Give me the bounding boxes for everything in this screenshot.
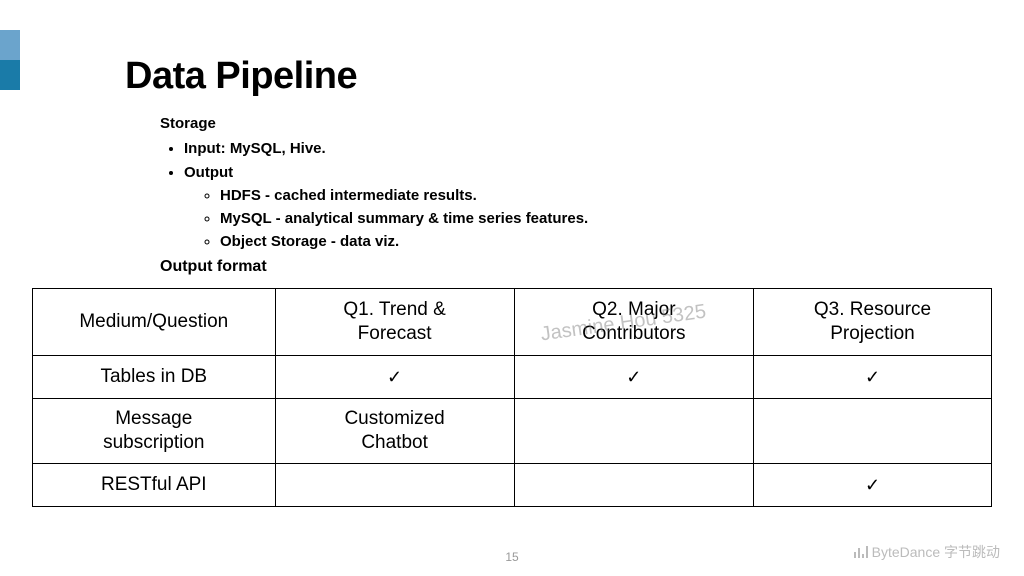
table-cell: ✓	[753, 356, 991, 399]
table-row-label: Tables in DB	[33, 356, 276, 399]
storage-output-label: Output	[184, 164, 233, 181]
table-row: RESTful API ✓	[33, 464, 992, 507]
table-header-row: Medium/Question Q1. Trend &Forecast Q2. …	[33, 289, 992, 356]
storage-input-item: Input: MySQL, Hive.	[184, 137, 588, 160]
storage-output-sub: MySQL - analytical summary & time series…	[220, 207, 588, 230]
output-format-heading: Output format	[160, 258, 267, 276]
table-cell	[514, 464, 753, 507]
table-row-label: RESTful API	[33, 464, 276, 507]
slide-title: Data Pipeline	[125, 55, 357, 98]
table-cell: ✓	[514, 356, 753, 399]
table-cell: CustomizedChatbot	[275, 399, 514, 464]
table-row: Tables in DB ✓ ✓ ✓	[33, 356, 992, 399]
table-row-label: Messagesubscription	[33, 399, 276, 464]
table-cell: ✓	[753, 464, 991, 507]
slide-accent-icon	[0, 30, 20, 90]
table-cell	[753, 399, 991, 464]
storage-section: Storage Input: MySQL, Hive. Output HDFS …	[160, 112, 588, 254]
storage-output-sub: HDFS - cached intermediate results.	[220, 184, 588, 207]
storage-output-sub: Object Storage - data viz.	[220, 230, 588, 253]
storage-output-item: Output HDFS - cached intermediate result…	[184, 161, 588, 254]
table-cell	[275, 464, 514, 507]
brand-text: ByteDance 字节跳动	[872, 542, 1000, 562]
brand-watermark: ByteDance 字节跳动	[854, 542, 1000, 562]
table-cell	[514, 399, 753, 464]
table-header-cell: Q2. MajorContributors	[514, 289, 753, 356]
table-header-cell: Medium/Question	[33, 289, 276, 356]
output-format-table: Medium/Question Q1. Trend &Forecast Q2. …	[32, 288, 992, 507]
storage-heading: Storage	[160, 112, 588, 135]
table-header-cell: Q1. Trend &Forecast	[275, 289, 514, 356]
table-row: Messagesubscription CustomizedChatbot	[33, 399, 992, 464]
brand-bars-icon	[854, 546, 868, 558]
table-cell: ✓	[275, 356, 514, 399]
table-header-cell: Q3. ResourceProjection	[753, 289, 991, 356]
